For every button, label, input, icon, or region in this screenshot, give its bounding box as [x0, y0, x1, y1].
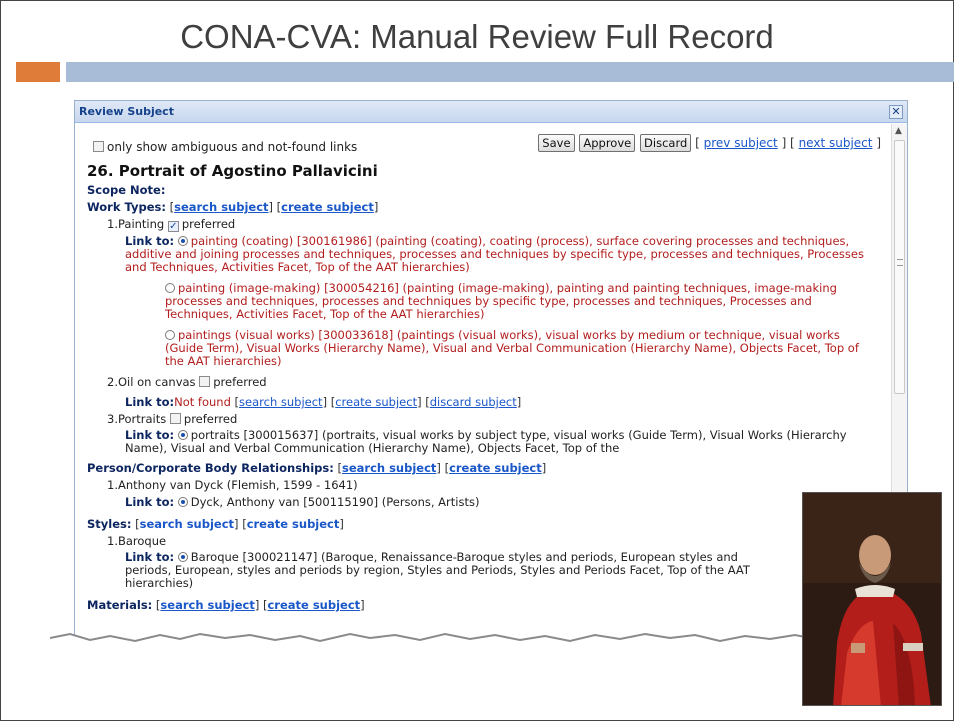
link-to-label: Link to: [125, 395, 175, 409]
save-button[interactable]: Save [538, 134, 575, 152]
link-option-text: painting (image-making) [300054216] (pai… [165, 281, 837, 321]
work-type-label: 2.Oil on canvas [107, 375, 196, 389]
materials-label: Materials: [87, 598, 153, 612]
materials-search-link[interactable]: search subject [160, 598, 254, 612]
link-option[interactable]: Link to: Baroque [300021147] (Baroque, R… [87, 551, 881, 590]
link-to-label: Link to: [125, 550, 175, 564]
portrait-painting-image [802, 492, 942, 706]
preferred-label: preferred [183, 412, 238, 426]
link-option-text: paintings (visual works) [300033618] (pa… [165, 328, 859, 368]
search-subject-link[interactable]: search subject [239, 395, 323, 409]
discard-subject-link[interactable]: discard subject [430, 395, 517, 409]
not-found-row: Link to:Not found [search subject] [crea… [125, 395, 522, 409]
person-name: 1.Anthony van Dyck (Flemish, 1599 - 1641… [107, 478, 358, 492]
link-radio[interactable] [165, 330, 175, 340]
dialog-header: Review Subject ✕ [75, 101, 907, 123]
link-option-text: portraits [300015637] (portraits, visual… [125, 428, 847, 455]
preferred-checkbox[interactable] [169, 413, 181, 424]
materials-create-link[interactable]: create subject [267, 598, 360, 612]
torn-edge [50, 632, 810, 672]
styles-search-link[interactable]: search subject [140, 517, 234, 531]
work-type-item: 2.Oil on canvas preferred [87, 375, 881, 389]
person-item: 1.Anthony van Dyck (Flemish, 1599 - 1641… [87, 478, 881, 492]
link-option[interactable]: paintings (visual works) [300033618] (pa… [87, 329, 881, 368]
work-type-label: 3.Portraits [107, 412, 167, 426]
ambiguous-filter[interactable]: only show ambiguous and not-found links [93, 140, 357, 154]
link-radio[interactable] [177, 552, 188, 562]
scroll-up-icon[interactable]: ▲ [895, 126, 902, 136]
link-option[interactable]: Link to: Dyck, Anthony van [500115190] (… [87, 495, 881, 509]
scroll-thumb[interactable] [894, 140, 905, 394]
work-types-label: Work Types: [87, 200, 166, 214]
link-to-label: Link to: [125, 428, 175, 442]
preferred-checkbox[interactable]: ✓ [167, 221, 179, 232]
link-option[interactable]: Link to: portraits [300015637] (portrait… [87, 429, 881, 455]
dialog-title: Review Subject [79, 105, 174, 118]
person-search-link[interactable]: search subject [342, 461, 436, 475]
preferred-label: preferred [181, 217, 236, 231]
work-type-label: 1.Painting [107, 217, 165, 231]
work-types-create-link[interactable]: create subject [281, 200, 374, 214]
link-option-text: Dyck, Anthony van [500115190] (Persons, … [190, 495, 480, 509]
next-subject-link[interactable]: next subject [799, 136, 873, 150]
close-icon[interactable]: ✕ [889, 105, 903, 119]
work-types-search-link[interactable]: search subject [174, 200, 268, 214]
link-option[interactable]: Link to: painting (coating) [300161986] … [87, 235, 881, 274]
link-radio[interactable] [165, 283, 175, 293]
discard-button[interactable]: Discard [640, 134, 692, 152]
link-radio[interactable] [177, 236, 188, 246]
ambiguous-filter-label: only show ambiguous and not-found links [107, 140, 358, 154]
link-option-text: Baroque [300021147] (Baroque, Renaissanc… [125, 550, 750, 590]
link-radio[interactable] [177, 497, 188, 507]
ambiguous-filter-checkbox[interactable] [93, 141, 104, 152]
approve-button[interactable]: Approve [579, 134, 636, 152]
person-label: Person/Corporate Body Relationships: [87, 461, 334, 475]
dialog-toolbar: only show ambiguous and not-found links … [87, 134, 881, 156]
preferred-checkbox[interactable] [199, 376, 211, 387]
link-radio[interactable] [177, 430, 188, 440]
style-item: 1.Baroque [87, 534, 881, 548]
review-subject-dialog: Review Subject ✕ only show ambiguous and… [74, 100, 908, 670]
styles-label: Styles: [87, 517, 132, 531]
person-create-link[interactable]: create subject [449, 461, 542, 475]
slide-title: CONA-CVA: Manual Review Full Record [180, 18, 774, 55]
scope-note-label: Scope Note: [87, 183, 166, 197]
preferred-label: preferred [213, 375, 267, 389]
prev-subject-link[interactable]: prev subject [704, 136, 778, 150]
styles-create-link[interactable]: create subject [247, 517, 340, 531]
dialog-body: only show ambiguous and not-found links … [87, 134, 881, 612]
title-accent-orange [16, 62, 60, 82]
create-subject-link[interactable]: create subject [335, 395, 417, 409]
link-option[interactable]: painting (image-making) [300054216] (pai… [87, 282, 881, 321]
work-type-item: 1.Painting ✓ preferred [87, 217, 881, 232]
link-option-text: painting (coating) [300161986] (painting… [125, 234, 864, 274]
record-title: 26. Portrait of Agostino Pallavicini [87, 162, 378, 180]
title-accent-blue [66, 62, 954, 82]
link-to-label: Link to: [125, 495, 175, 509]
work-type-item: 3.Portraits preferred [87, 412, 881, 426]
style-name: 1.Baroque [107, 534, 167, 548]
link-to-label: Link to: [125, 234, 175, 248]
action-bar: Save Approve Discard [ prev subject ] [ … [537, 134, 881, 152]
not-found-text: Not found [174, 395, 231, 409]
